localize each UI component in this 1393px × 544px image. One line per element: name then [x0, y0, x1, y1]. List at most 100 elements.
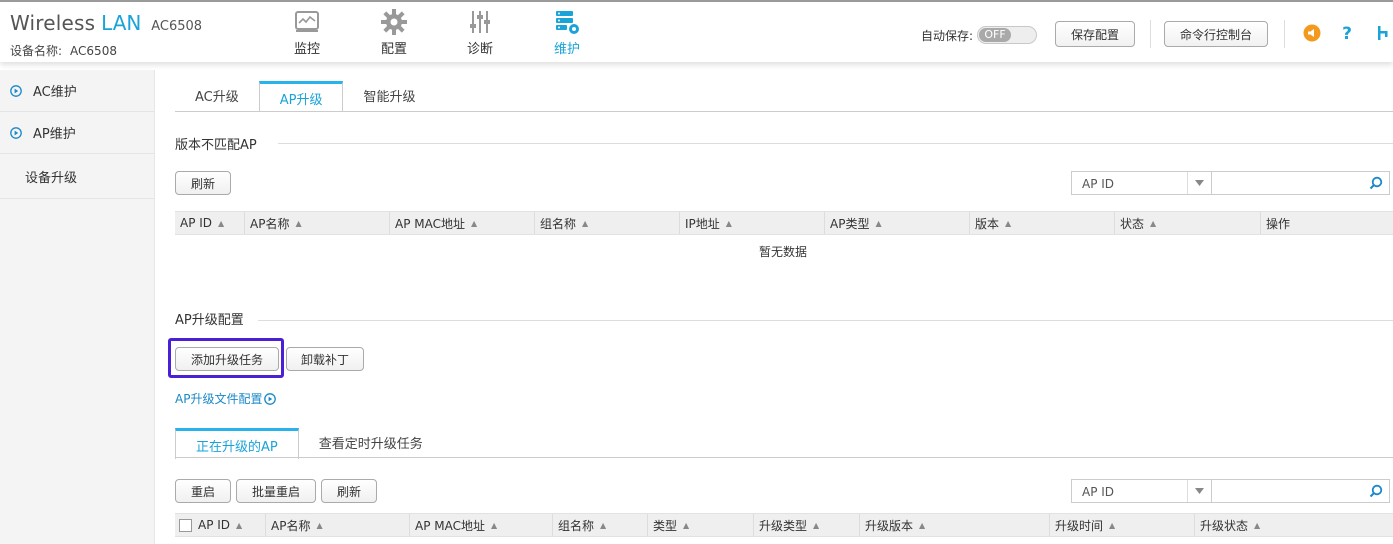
search-field-select[interactable]: AP ID — [1071, 479, 1212, 503]
section-divider — [278, 143, 1393, 144]
sidebar-item-device-upgrade[interactable]: 设备升级 — [0, 154, 154, 199]
tab-ap-upgrade[interactable]: AP升级 — [258, 81, 344, 112]
sort-up-icon: ▲ — [683, 520, 690, 530]
refresh-button[interactable]: 刷新 — [321, 479, 377, 503]
ap-upgrade-file-config-link[interactable]: AP升级文件配置 — [175, 390, 277, 407]
sort-up-icon: ▲ — [1150, 218, 1157, 228]
column-label: 版本 — [975, 216, 1000, 231]
brand-word-wireless: Wireless — [10, 11, 96, 35]
topology-icon[interactable] — [1373, 23, 1393, 43]
column-header: 操作 — [1261, 212, 1393, 234]
cli-console-button[interactable]: 命令行控制台 — [1164, 21, 1268, 47]
device-name: 设备名称: AC6508 — [10, 42, 117, 59]
sliders-icon — [470, 11, 490, 33]
restart-button[interactable]: 重启 — [175, 479, 231, 503]
tab-ac-upgrade[interactable]: AC升级 — [175, 80, 259, 111]
column-header[interactable]: AP类型 ▲ — [825, 212, 970, 234]
column-label: AP名称 — [271, 518, 311, 533]
add-upgrade-task-button[interactable]: 添加升级任务 — [175, 347, 279, 371]
column-header[interactable]: 升级版本 ▲ — [860, 514, 1050, 536]
refresh-button[interactable]: 刷新 — [175, 171, 231, 195]
sort-up-icon: ▲ — [1109, 520, 1116, 530]
sort-up-icon: ▲ — [218, 218, 225, 228]
uninstall-patch-button[interactable]: 卸载补丁 — [286, 347, 364, 371]
device-name-label: 设备名称: — [10, 44, 63, 58]
sidebar-item-ac-maintenance[interactable]: AC维护 — [0, 70, 154, 112]
column-header[interactable]: 版本 ▲ — [970, 212, 1115, 234]
empty-table-text: 暂无数据 — [759, 245, 808, 259]
column-header[interactable]: AP ID ▲ — [175, 212, 245, 234]
column-label: 升级时间 — [1055, 518, 1104, 533]
autosave-label: 自动保存: — [921, 28, 974, 43]
help-icon[interactable]: ? — [1337, 23, 1357, 43]
header-divider — [1150, 20, 1151, 48]
circle-play-icon — [10, 85, 22, 97]
column-label: 类型 — [653, 518, 678, 533]
nav-diagnose-label: 诊断 — [466, 42, 493, 57]
column-label: AP ID — [198, 518, 231, 532]
tab-scheduled-upgrade-tasks[interactable]: 查看定时升级任务 — [299, 427, 443, 458]
tab-smart-upgrade[interactable]: 智能升级 — [343, 80, 435, 111]
sidebar-item-label: AC维护 — [33, 85, 77, 100]
nav-maintenance-label: 维护 — [553, 42, 580, 57]
batch-restart-button[interactable]: 批量重启 — [236, 479, 316, 503]
sort-up-icon: ▲ — [600, 520, 607, 530]
search-input[interactable] — [1212, 172, 1389, 194]
circle-play-icon — [10, 127, 22, 139]
sort-up-icon: ▲ — [236, 520, 243, 530]
device-name-value: AC6508 — [70, 44, 117, 58]
sort-up-icon: ▲ — [471, 218, 478, 228]
search-icon[interactable] — [1369, 176, 1383, 190]
select-all-checkbox[interactable] — [179, 518, 192, 532]
search-input[interactable] — [1212, 480, 1389, 502]
nav-maintenance[interactable]: 维护 — [537, 6, 597, 58]
autosave-toggle[interactable]: OFF — [977, 26, 1038, 44]
column-header[interactable]: 组名称 ▲ — [553, 514, 648, 536]
search-box — [1211, 171, 1390, 195]
brand-word-lan: LAN — [101, 11, 142, 35]
section-divider — [258, 320, 1393, 321]
nav-config[interactable]: 配置 — [364, 6, 424, 58]
column-header[interactable]: 升级类型 ▲ — [754, 514, 860, 536]
column-header[interactable]: IP地址 ▲ — [680, 212, 825, 234]
column-label: 状态 — [1120, 216, 1145, 231]
column-header[interactable]: 升级时间 ▲ — [1050, 514, 1195, 536]
column-header[interactable]: 升级状态 ▲ — [1195, 514, 1393, 536]
upgrade-tabs: AC升级 AP升级 智能升级 — [175, 80, 436, 112]
sort-up-icon: ▲ — [1254, 520, 1261, 530]
sidebar-item-ap-maintenance[interactable]: AP维护 — [0, 112, 154, 154]
search-box — [1211, 479, 1390, 503]
sort-up-icon: ▲ — [725, 218, 732, 228]
nav-diagnose[interactable]: 诊断 — [450, 6, 510, 58]
column-label: AP MAC地址 — [415, 518, 485, 533]
tab-upgrading-ap[interactable]: 正在升级的AP — [175, 428, 299, 459]
column-label: AP类型 — [830, 216, 870, 231]
top-header: Wireless LAN AC6508 设备名称: AC6508 监控 配置 诊… — [0, 0, 1393, 62]
column-header[interactable]: AP ID ▲ — [175, 514, 266, 536]
search-field-value: AP ID — [1082, 485, 1115, 499]
search-icon[interactable] — [1369, 484, 1383, 498]
autosave-state: OFF — [979, 28, 1012, 42]
header-divider — [1284, 20, 1285, 48]
column-header[interactable]: AP MAC地址 ▲ — [410, 514, 553, 536]
announcement-icon[interactable] — [1302, 23, 1322, 43]
maintenance-icon — [556, 11, 579, 34]
column-label: 升级版本 — [865, 518, 914, 533]
column-header[interactable]: AP名称 ▲ — [245, 212, 390, 234]
column-label: 组名称 — [540, 216, 577, 231]
column-header[interactable]: 组名称 ▲ — [535, 212, 680, 234]
sort-up-icon: ▲ — [875, 218, 882, 228]
nav-monitor[interactable]: 监控 — [277, 6, 337, 58]
search-field-select[interactable]: AP ID — [1071, 171, 1212, 195]
upgrade-config-section-title: AP升级配置 — [175, 313, 244, 328]
column-header[interactable]: AP MAC地址 ▲ — [390, 212, 535, 234]
save-config-button[interactable]: 保存配置 — [1055, 21, 1135, 47]
sort-up-icon: ▲ — [582, 218, 589, 228]
column-header[interactable]: AP名称 ▲ — [266, 514, 410, 536]
column-header[interactable]: 类型 ▲ — [648, 514, 754, 536]
column-label: IP地址 — [685, 216, 720, 231]
upgrading-tabs: 正在升级的AP 查看定时升级任务 — [175, 427, 443, 459]
sort-up-icon: ▲ — [919, 520, 926, 530]
column-header[interactable]: 状态 ▲ — [1115, 212, 1261, 234]
brand-model: AC6508 — [151, 19, 203, 34]
